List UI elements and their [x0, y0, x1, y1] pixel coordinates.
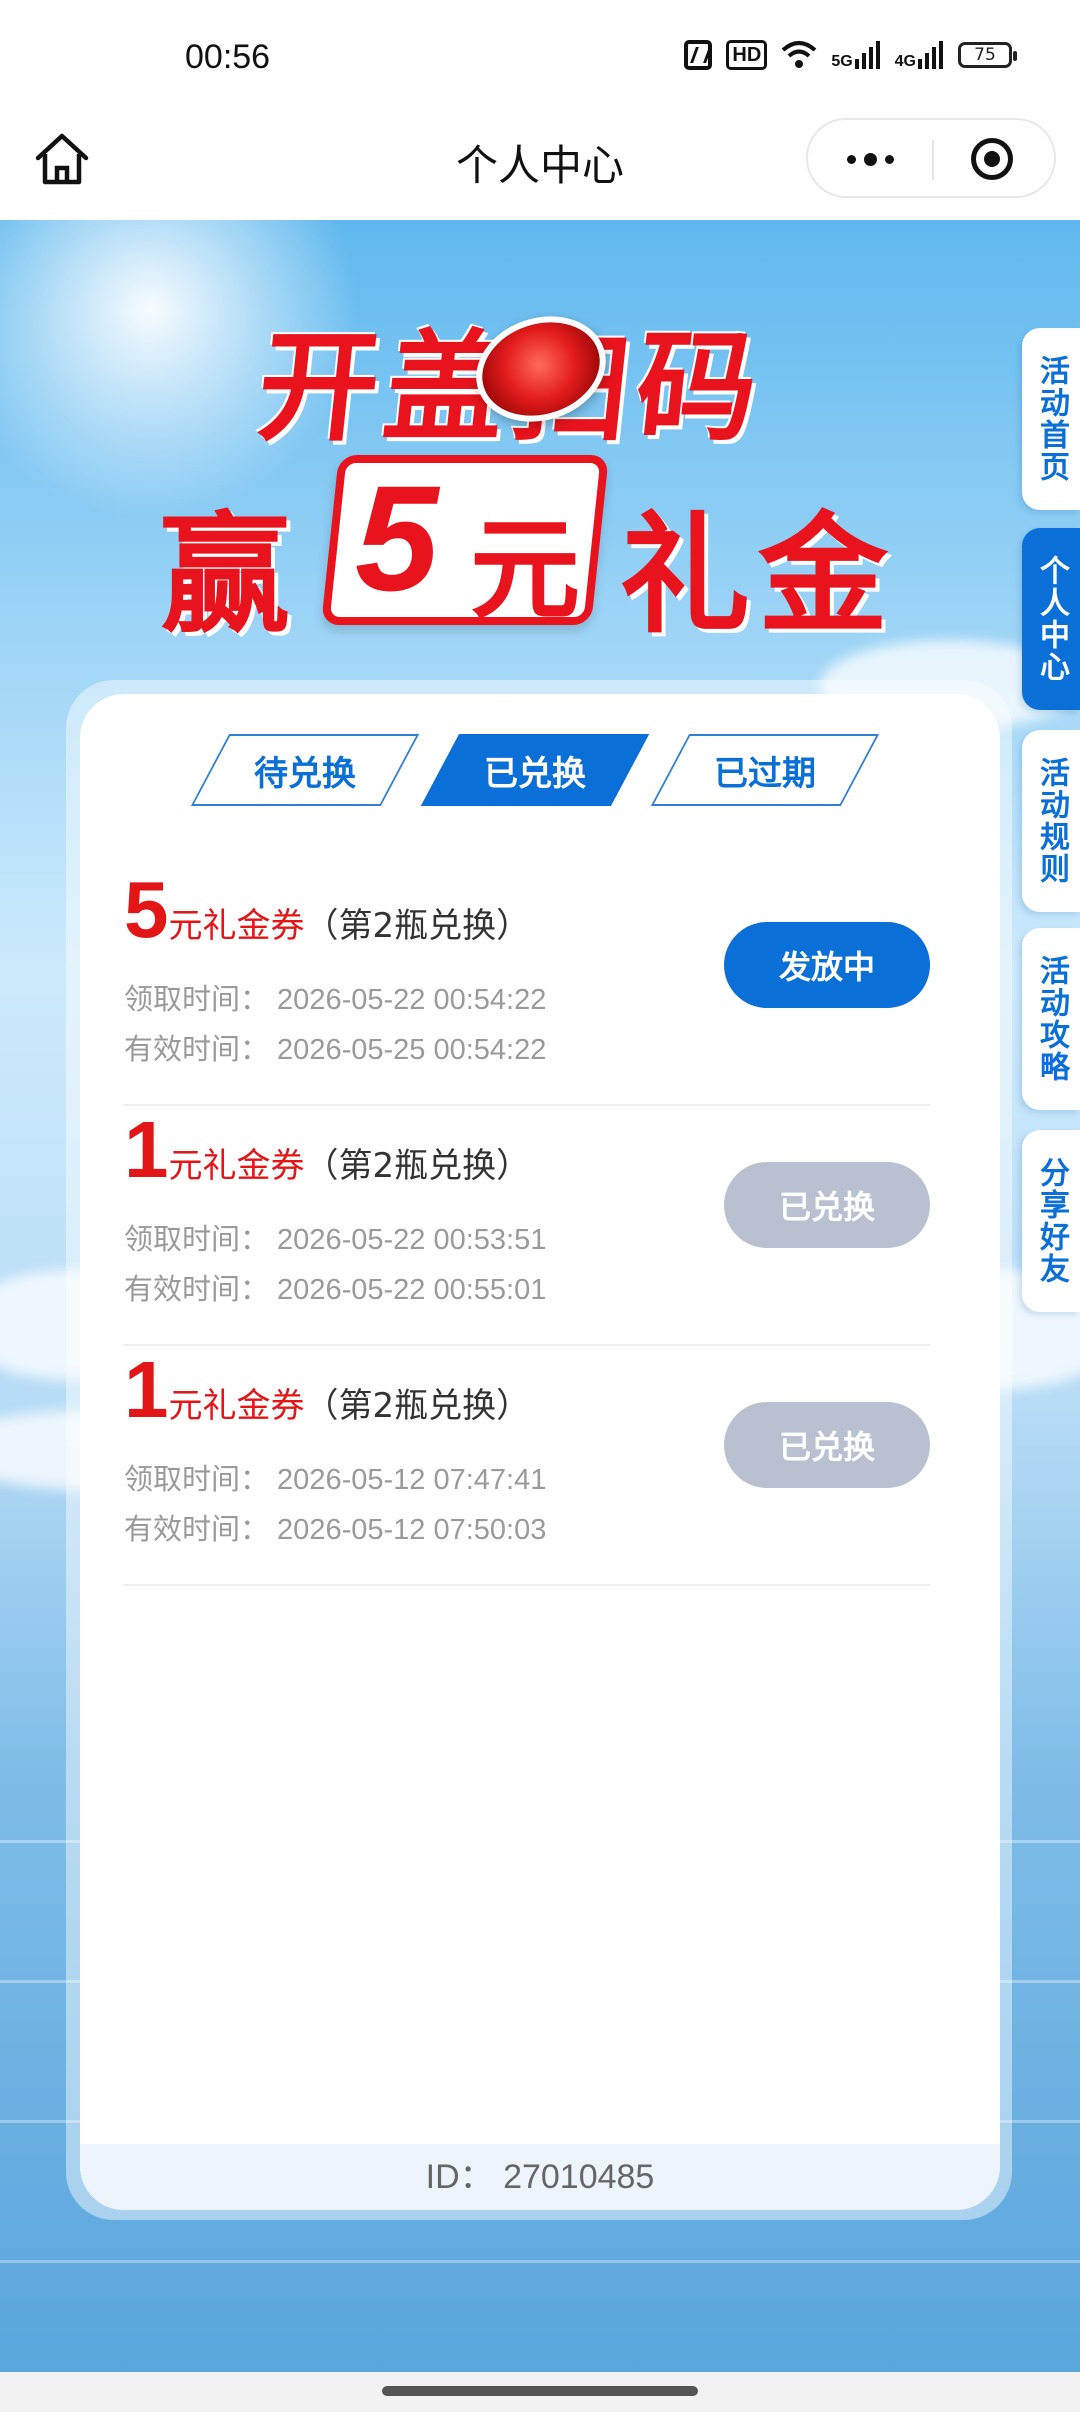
coupon-status-button[interactable]: 已兑换 — [724, 1402, 930, 1488]
coupon-unit: 元礼金券 — [168, 906, 305, 946]
miniprogram-capsule — [806, 118, 1056, 198]
coupon-title: 5元礼金券（第2瓶兑换） — [124, 864, 530, 964]
coupon-unit: 元礼金券 — [168, 1386, 305, 1426]
more-dot-icon — [863, 152, 877, 166]
coupon-received-time: 领取时间： 2026-05-22 00:54:22 — [124, 984, 547, 1016]
coupon-note: （第2瓶兑换） — [304, 906, 531, 946]
user-id: ID： 27010485 — [80, 2144, 1000, 2210]
coupon-note: （第2瓶兑换） — [304, 1386, 531, 1426]
coupon-title: 1元礼金券（第2瓶兑换） — [124, 1104, 530, 1204]
coupon-card: 待兑换 已兑换 已过期 5元礼金券（第2瓶兑换） 领取时间： 2026-05-2… — [80, 694, 1000, 2210]
hd-icon: HD — [726, 40, 768, 70]
coupon-valid-time: 有效时间： 2026-05-25 00:54:22 — [124, 1034, 547, 1066]
tab-redeemed[interactable]: 已兑换 — [420, 734, 650, 806]
side-tab-home[interactable]: 活动首页 — [1022, 328, 1080, 510]
more-button[interactable] — [808, 120, 932, 198]
side-tab-share[interactable]: 分享好友 — [1022, 1130, 1080, 1312]
coupon-title: 1元礼金券（第2瓶兑换） — [124, 1344, 530, 1444]
banner-prefix: 赢 — [160, 499, 291, 651]
status-tabs: 待兑换 已兑换 已过期 — [80, 734, 1000, 810]
coupon-amount: 1 — [124, 1105, 169, 1194]
tab-pending[interactable]: 待兑换 — [190, 734, 420, 806]
coupon-valid-time: 有效时间： 2026-05-22 00:55:01 — [124, 1274, 547, 1306]
signal-5g-icon: 5G — [831, 41, 880, 70]
coupon-amount: 5 — [124, 865, 169, 954]
more-dot-icon — [846, 154, 856, 164]
coupon-received-time: 领取时间： 2026-05-12 07:47:41 — [124, 1464, 547, 1496]
status-icons: HD 5G 4G 75 — [684, 40, 1017, 70]
more-dot-icon — [884, 154, 894, 164]
nfc-icon — [684, 40, 713, 70]
navbar: 个人中心 — [0, 118, 1080, 220]
coupon-status-button[interactable]: 发放中 — [724, 922, 930, 1008]
home-indicator[interactable] — [382, 2386, 698, 2396]
coupon-item: 1元礼金券（第2瓶兑换） 领取时间： 2026-05-12 07:47:41 有… — [124, 1344, 930, 1586]
coupon-status-button[interactable]: 已兑换 — [724, 1162, 930, 1248]
banner-reward: 赢 5 元 礼金 — [140, 450, 940, 651]
sea-wave — [0, 2260, 1080, 2263]
coupon-unit: 元礼金券 — [168, 1146, 305, 1186]
banner-unit: 元 — [470, 506, 580, 634]
promo-banner: 开盖扫码 赢 5 元 礼金 — [140, 270, 940, 651]
battery-icon: 75 — [958, 42, 1017, 68]
status-time: 00:56 — [185, 38, 271, 76]
close-miniprogram-button[interactable] — [930, 120, 1054, 198]
coupon-item: 5元礼金券（第2瓶兑换） 领取时间： 2026-05-22 00:54:22 有… — [124, 864, 930, 1106]
coupon-valid-time: 有效时间： 2026-05-12 07:50:03 — [124, 1514, 547, 1546]
side-tab-profile[interactable]: 个人中心 — [1022, 528, 1080, 710]
banner-suffix: 礼金 — [620, 499, 897, 651]
status-bar: 00:56 HD 5G 4G 75 — [0, 0, 1080, 118]
side-tab-rules[interactable]: 活动规则 — [1022, 730, 1080, 912]
coupon-note: （第2瓶兑换） — [304, 1146, 531, 1186]
gesture-area — [0, 2372, 1080, 2412]
banner-amount: 5 — [355, 454, 439, 622]
coupon-received-time: 领取时间： 2026-05-22 00:53:51 — [124, 1224, 547, 1256]
tab-expired[interactable]: 已过期 — [650, 734, 880, 806]
wifi-icon — [781, 41, 817, 68]
coupon-item: 1元礼金券（第2瓶兑换） 领取时间： 2026-05-22 00:53:51 有… — [124, 1104, 930, 1346]
signal-4g-icon: 4G — [895, 41, 944, 70]
target-icon — [971, 138, 1013, 180]
side-tab-guide[interactable]: 活动攻略 — [1022, 928, 1080, 1110]
coupon-amount: 1 — [124, 1345, 169, 1434]
